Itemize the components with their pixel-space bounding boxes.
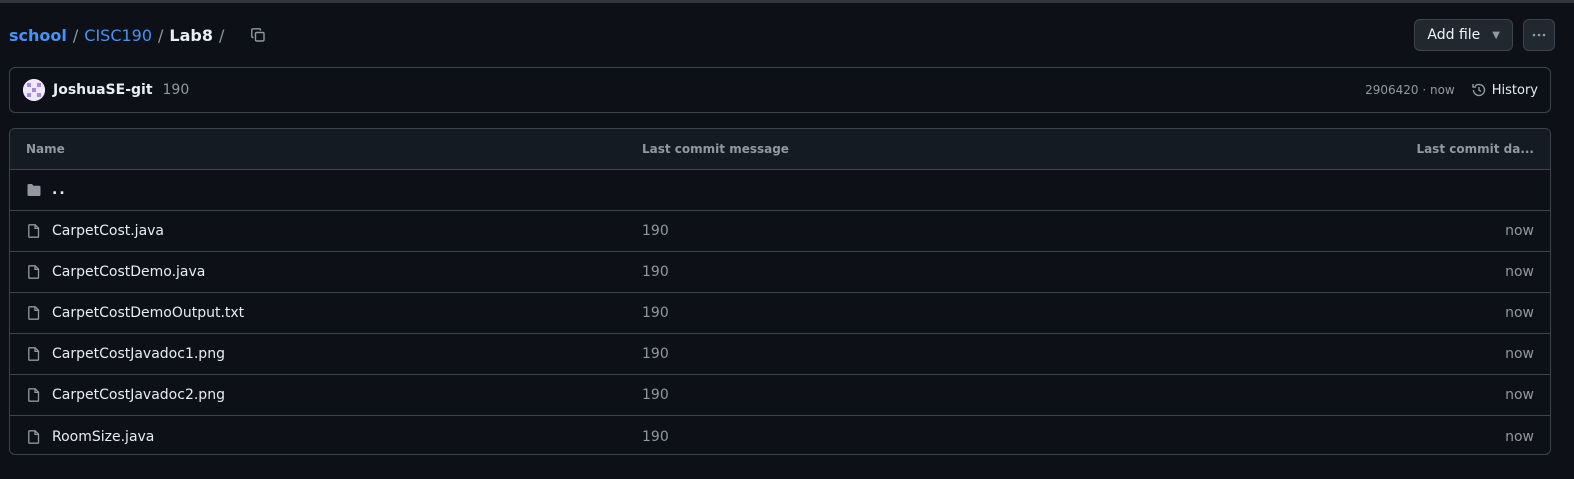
add-file-label: Add file [1427, 27, 1481, 43]
row-commit-message[interactable]: 190 [642, 387, 1300, 403]
latest-commit-bar: JoshuaSE-git 190 2906420 · now History [9, 67, 1551, 113]
file-icon [26, 429, 42, 445]
breadcrumb-separator: / [72, 25, 79, 45]
commit-hash-time[interactable]: 2906420 · now [1365, 83, 1455, 97]
row-commit-message[interactable]: 190 [642, 346, 1300, 362]
row-commit-date: now [1505, 428, 1534, 445]
commit-meta: 2906420 · now History [1365, 82, 1538, 98]
more-options-button[interactable] [1523, 19, 1555, 51]
breadcrumb-item-cisc190[interactable]: CISC190 [84, 26, 152, 45]
file-name-link[interactable]: CarpetCostJavadoc1.png [52, 346, 225, 362]
commit-author[interactable]: JoshuaSE-git [53, 82, 153, 98]
file-icon [26, 264, 42, 280]
top-border [0, 0, 1574, 3]
row-commit-date: now [1505, 223, 1534, 239]
avatar-icon [23, 79, 45, 101]
row-commit-message[interactable]: 190 [642, 429, 1300, 445]
file-name-link[interactable]: CarpetCostDemoOutput.txt [52, 305, 244, 321]
header-name: Name [26, 142, 65, 156]
table-row[interactable]: CarpetCostDemoOutput.txt 190 now [10, 293, 1550, 334]
row-commit-date: now [1505, 387, 1534, 403]
header-actions: Add file ▼ [1414, 19, 1555, 51]
breadcrumb-separator: / [158, 25, 164, 45]
breadcrumb-trailing-separator: / [219, 25, 225, 45]
avatar[interactable] [23, 79, 45, 101]
file-name-link[interactable]: CarpetCostJavadoc2.png [52, 387, 225, 403]
add-file-button[interactable]: Add file ▼ [1414, 19, 1513, 51]
breadcrumb-current: Lab8 [169, 25, 213, 45]
commit-message[interactable]: 190 [163, 82, 190, 98]
breadcrumb-root-link[interactable]: school [9, 26, 67, 45]
history-label: History [1491, 82, 1538, 98]
table-row[interactable]: CarpetCostDemo.java 190 now [10, 252, 1550, 293]
file-icon [26, 387, 42, 403]
table-row[interactable]: CarpetCost.java 190 now [10, 211, 1550, 252]
file-icon [26, 305, 42, 321]
parent-directory-row[interactable]: .. [10, 170, 1550, 211]
copy-icon [251, 28, 266, 42]
history-link[interactable]: History [1471, 82, 1538, 98]
table-header: Name Last commit message Last commit da.… [10, 129, 1550, 170]
row-commit-message[interactable]: 190 [642, 264, 1300, 280]
caret-down-icon: ▼ [1492, 29, 1500, 41]
repo-header: school / CISC190 / Lab8 / Add file ▼ [9, 18, 1555, 52]
file-name-link[interactable]: CarpetCost.java [52, 223, 164, 239]
table-row[interactable]: CarpetCostJavadoc2.png 190 now [10, 375, 1550, 416]
file-table: Name Last commit message Last commit da.… [9, 128, 1551, 455]
file-name-link[interactable]: CarpetCostDemo.java [52, 264, 205, 280]
row-commit-message[interactable]: 190 [642, 305, 1300, 321]
parent-directory-link[interactable]: .. [52, 182, 67, 198]
file-icon [26, 223, 42, 239]
row-commit-date: now [1505, 264, 1534, 280]
table-row[interactable]: CarpetCostJavadoc1.png 190 now [10, 334, 1550, 375]
breadcrumb: school / CISC190 / Lab8 / [9, 21, 272, 49]
folder-icon [26, 182, 42, 198]
row-commit-date: now [1505, 346, 1534, 362]
row-commit-date: now [1505, 305, 1534, 321]
header-last-commit-message: Last commit message [642, 142, 789, 156]
history-icon [1472, 83, 1485, 97]
kebab-icon [1532, 33, 1546, 37]
table-row[interactable]: RoomSize.java 190 now [10, 416, 1550, 454]
header-last-commit-date: Last commit da... [1416, 142, 1534, 156]
copy-path-button[interactable] [244, 21, 272, 49]
file-name-link[interactable]: RoomSize.java [52, 429, 154, 445]
row-commit-message[interactable]: 190 [642, 223, 1300, 239]
file-icon [26, 346, 42, 362]
